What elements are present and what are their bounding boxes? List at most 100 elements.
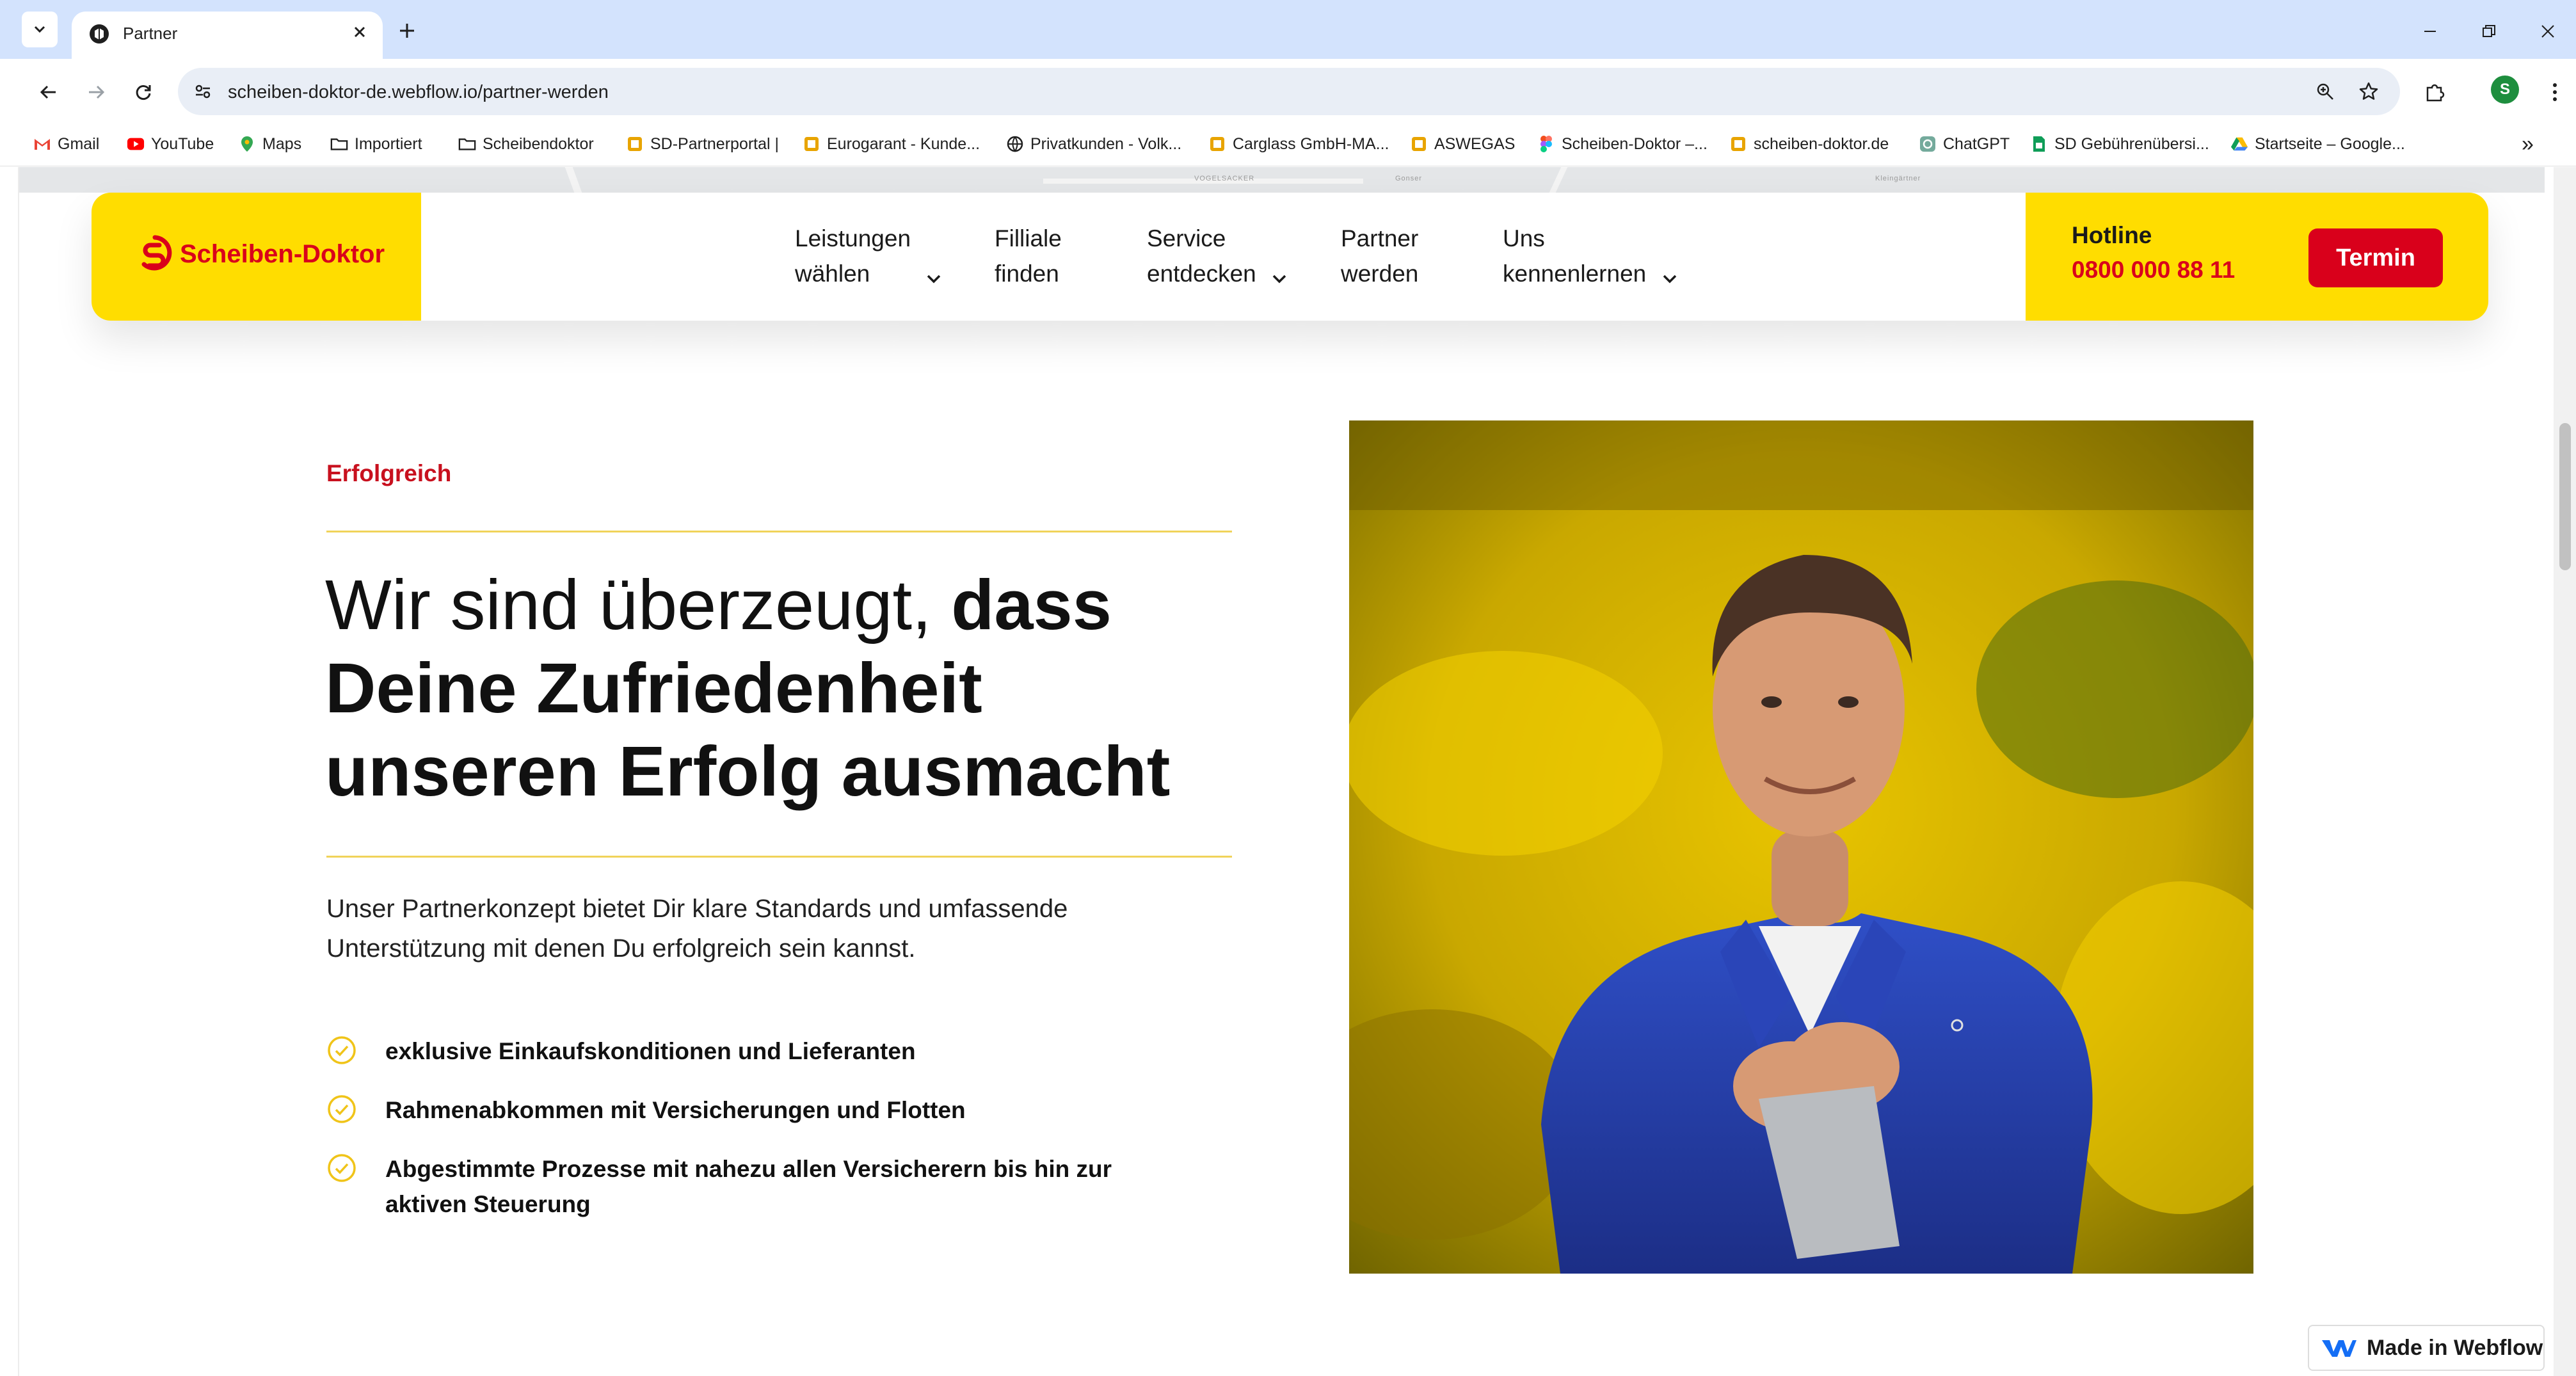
- scrollbar-thumb[interactable]: [2559, 423, 2571, 570]
- bookmark-item[interactable]: Privatkunden - Volk...: [1006, 125, 1181, 163]
- zoom-in-icon: [2317, 83, 2333, 100]
- extensions-button[interactable]: [2417, 74, 2452, 110]
- bookmark-item[interactable]: ASWEGAS: [1410, 125, 1515, 163]
- section-eyebrow: Erfolgreich: [326, 460, 452, 486]
- close-window-button[interactable]: [2533, 17, 2563, 46]
- bookmark-label: SD-Partnerportal |: [650, 134, 780, 153]
- page-scrollbar[interactable]: [2554, 167, 2576, 1376]
- nav-item-label: werden: [1341, 260, 1419, 287]
- url-text[interactable]: scheiben-doktor-de.webflow.io/partner-we…: [228, 82, 609, 103]
- made-in-webflow-badge[interactable]: Made in Webflow: [2308, 1325, 2545, 1371]
- site-icon: [1208, 135, 1226, 153]
- site-navbar: Scheiben-Doktor Leistungen wählen Fillia…: [92, 193, 2488, 321]
- bookmark-label: scheiben-doktor.de: [1754, 134, 1889, 153]
- sheets-icon: [2030, 135, 2048, 153]
- chevron-down-icon[interactable]: [923, 268, 945, 290]
- arrow-left-icon: [40, 85, 56, 99]
- reload-button[interactable]: [125, 74, 161, 110]
- nav-item-filliale[interactable]: Filliale finden: [995, 221, 1062, 291]
- chevron-down-icon[interactable]: [1268, 268, 1290, 290]
- site-info-button[interactable]: [189, 78, 216, 105]
- site-logo[interactable]: Scheiben-Doktor: [138, 235, 385, 273]
- profile-avatar[interactable]: S: [2491, 76, 2519, 104]
- restore-icon: [2483, 25, 2495, 37]
- site-icon: [626, 135, 644, 153]
- nav-item-label: kennenlernen: [1503, 260, 1647, 287]
- map-road: [1549, 167, 1568, 193]
- reload-icon: [136, 85, 151, 100]
- folder-icon: [458, 135, 476, 153]
- back-button[interactable]: [31, 74, 67, 110]
- feature-text: Rahmenabkommen mit Versicherungen und Fl…: [385, 1097, 966, 1123]
- nav-item-label: Leistungen: [795, 225, 911, 252]
- maps-icon: [238, 135, 256, 153]
- active-tab[interactable]: Partner: [72, 12, 383, 59]
- restore-button[interactable]: [2474, 17, 2504, 46]
- bookmark-label: Gmail: [58, 134, 100, 153]
- minimize-button[interactable]: [2415, 17, 2445, 46]
- nav-item-label: Service: [1147, 225, 1226, 252]
- plus-icon: [400, 24, 414, 38]
- bookmark-item[interactable]: SD-Partnerportal |: [626, 125, 779, 163]
- bookmark-item[interactable]: SD Gebührenübersi...: [2030, 125, 2209, 163]
- nav-item-partner[interactable]: Partner werden: [1341, 221, 1418, 291]
- bookmark-item[interactable]: Startseite – Google...: [2230, 125, 2405, 163]
- bookmark-label: Privatkunden - Volk...: [1030, 134, 1182, 153]
- map-label: Kleingärtner: [1875, 175, 1921, 182]
- bookmark-item[interactable]: Gmail: [33, 125, 99, 163]
- nav-item-service[interactable]: Service entdecken: [1147, 221, 1256, 291]
- bookmark-item[interactable]: YouTube: [127, 125, 214, 163]
- hotline-number[interactable]: 0800 000 88 11: [2072, 257, 2235, 284]
- address-bar[interactable]: scheiben-doktor-de.webflow.io/partner-we…: [178, 68, 2400, 115]
- bookmark-item[interactable]: Maps: [238, 125, 301, 163]
- hotline-area: Hotline 0800 000 88 11 Termin: [2026, 193, 2488, 321]
- bookmarks-bar: Gmail YouTube Maps Importiert Scheibendoktor…: [0, 125, 2576, 166]
- favicon-icon: [90, 24, 109, 44]
- bookmark-star-button[interactable]: [2355, 78, 2382, 105]
- browser-tab-strip: Partner: [0, 0, 2576, 59]
- feature-text: exklusive Einkaufskonditionen und Liefer…: [385, 1038, 916, 1064]
- feature-item: Rahmenabkommen mit Versicherungen und Fl…: [326, 1092, 1185, 1128]
- feature-item: Abgestimmte Prozesse mit nahezu allen Ve…: [326, 1151, 1185, 1222]
- close-icon: [354, 26, 365, 38]
- bookmark-item[interactable]: Importiert: [330, 125, 422, 163]
- tab-search-button[interactable]: [22, 12, 58, 47]
- bookmark-label: Scheibendoktor: [483, 134, 594, 153]
- bookmark-item[interactable]: scheiben-doktor.de: [1729, 125, 1889, 163]
- bookmarks-overflow-button[interactable]: »: [2522, 125, 2534, 163]
- folder-icon: [330, 135, 348, 153]
- webflow-badge-label: Made in Webflow: [2367, 1335, 2543, 1360]
- globe-icon: [1006, 135, 1024, 153]
- youtube-icon: [127, 135, 145, 153]
- bookmark-label: YouTube: [151, 134, 214, 153]
- page-viewport: VOGELSACKER Gonser Kleingärtner Scheiben…: [0, 167, 2576, 1376]
- bookmark-label: Carglass GmbH-MA...: [1233, 134, 1389, 153]
- nav-item-label: Filliale: [995, 225, 1062, 252]
- map-embed[interactable]: VOGELSACKER Gonser Kleingärtner: [19, 167, 2545, 193]
- bookmark-item[interactable]: Scheiben-Doktor –...: [1537, 125, 1708, 163]
- bookmark-label: SD Gebührenübersi...: [2054, 134, 2209, 153]
- bookmark-label: Scheiben-Doktor –...: [1562, 134, 1708, 153]
- nav-item-label: entdecken: [1147, 260, 1256, 287]
- bookmark-item[interactable]: Eurogarant - Kunde...: [803, 125, 980, 163]
- forward-button[interactable]: [78, 74, 114, 110]
- new-tab-button[interactable]: [393, 17, 421, 45]
- gmail-icon: [33, 135, 51, 153]
- menu-button[interactable]: [2537, 74, 2573, 110]
- zoom-button[interactable]: [2312, 78, 2339, 105]
- bookmark-label: Startseite – Google...: [2255, 134, 2405, 153]
- bookmark-item[interactable]: Scheibendoktor: [458, 125, 594, 163]
- nav-item-leistungen[interactable]: Leistungen wählen: [795, 221, 911, 291]
- logo-text: Scheiben-Doktor: [180, 239, 385, 268]
- bookmark-item[interactable]: Carglass GmbH-MA...: [1208, 125, 1389, 163]
- intro-paragraph: Unser Partnerkonzept bietet Dir klare St…: [326, 895, 1068, 963]
- chevron-down-icon[interactable]: [1659, 268, 1681, 290]
- webflow-logo-icon: [2322, 1340, 2356, 1357]
- termin-button[interactable]: Termin: [2308, 228, 2443, 287]
- bookmark-item[interactable]: ChatGPT: [1919, 125, 2010, 163]
- site-icon: [803, 135, 820, 153]
- site-icon: [1729, 135, 1747, 153]
- tab-close-button[interactable]: [347, 19, 372, 45]
- drive-icon: [2230, 135, 2248, 153]
- nav-item-uns[interactable]: Uns kennenlernen: [1503, 221, 1646, 291]
